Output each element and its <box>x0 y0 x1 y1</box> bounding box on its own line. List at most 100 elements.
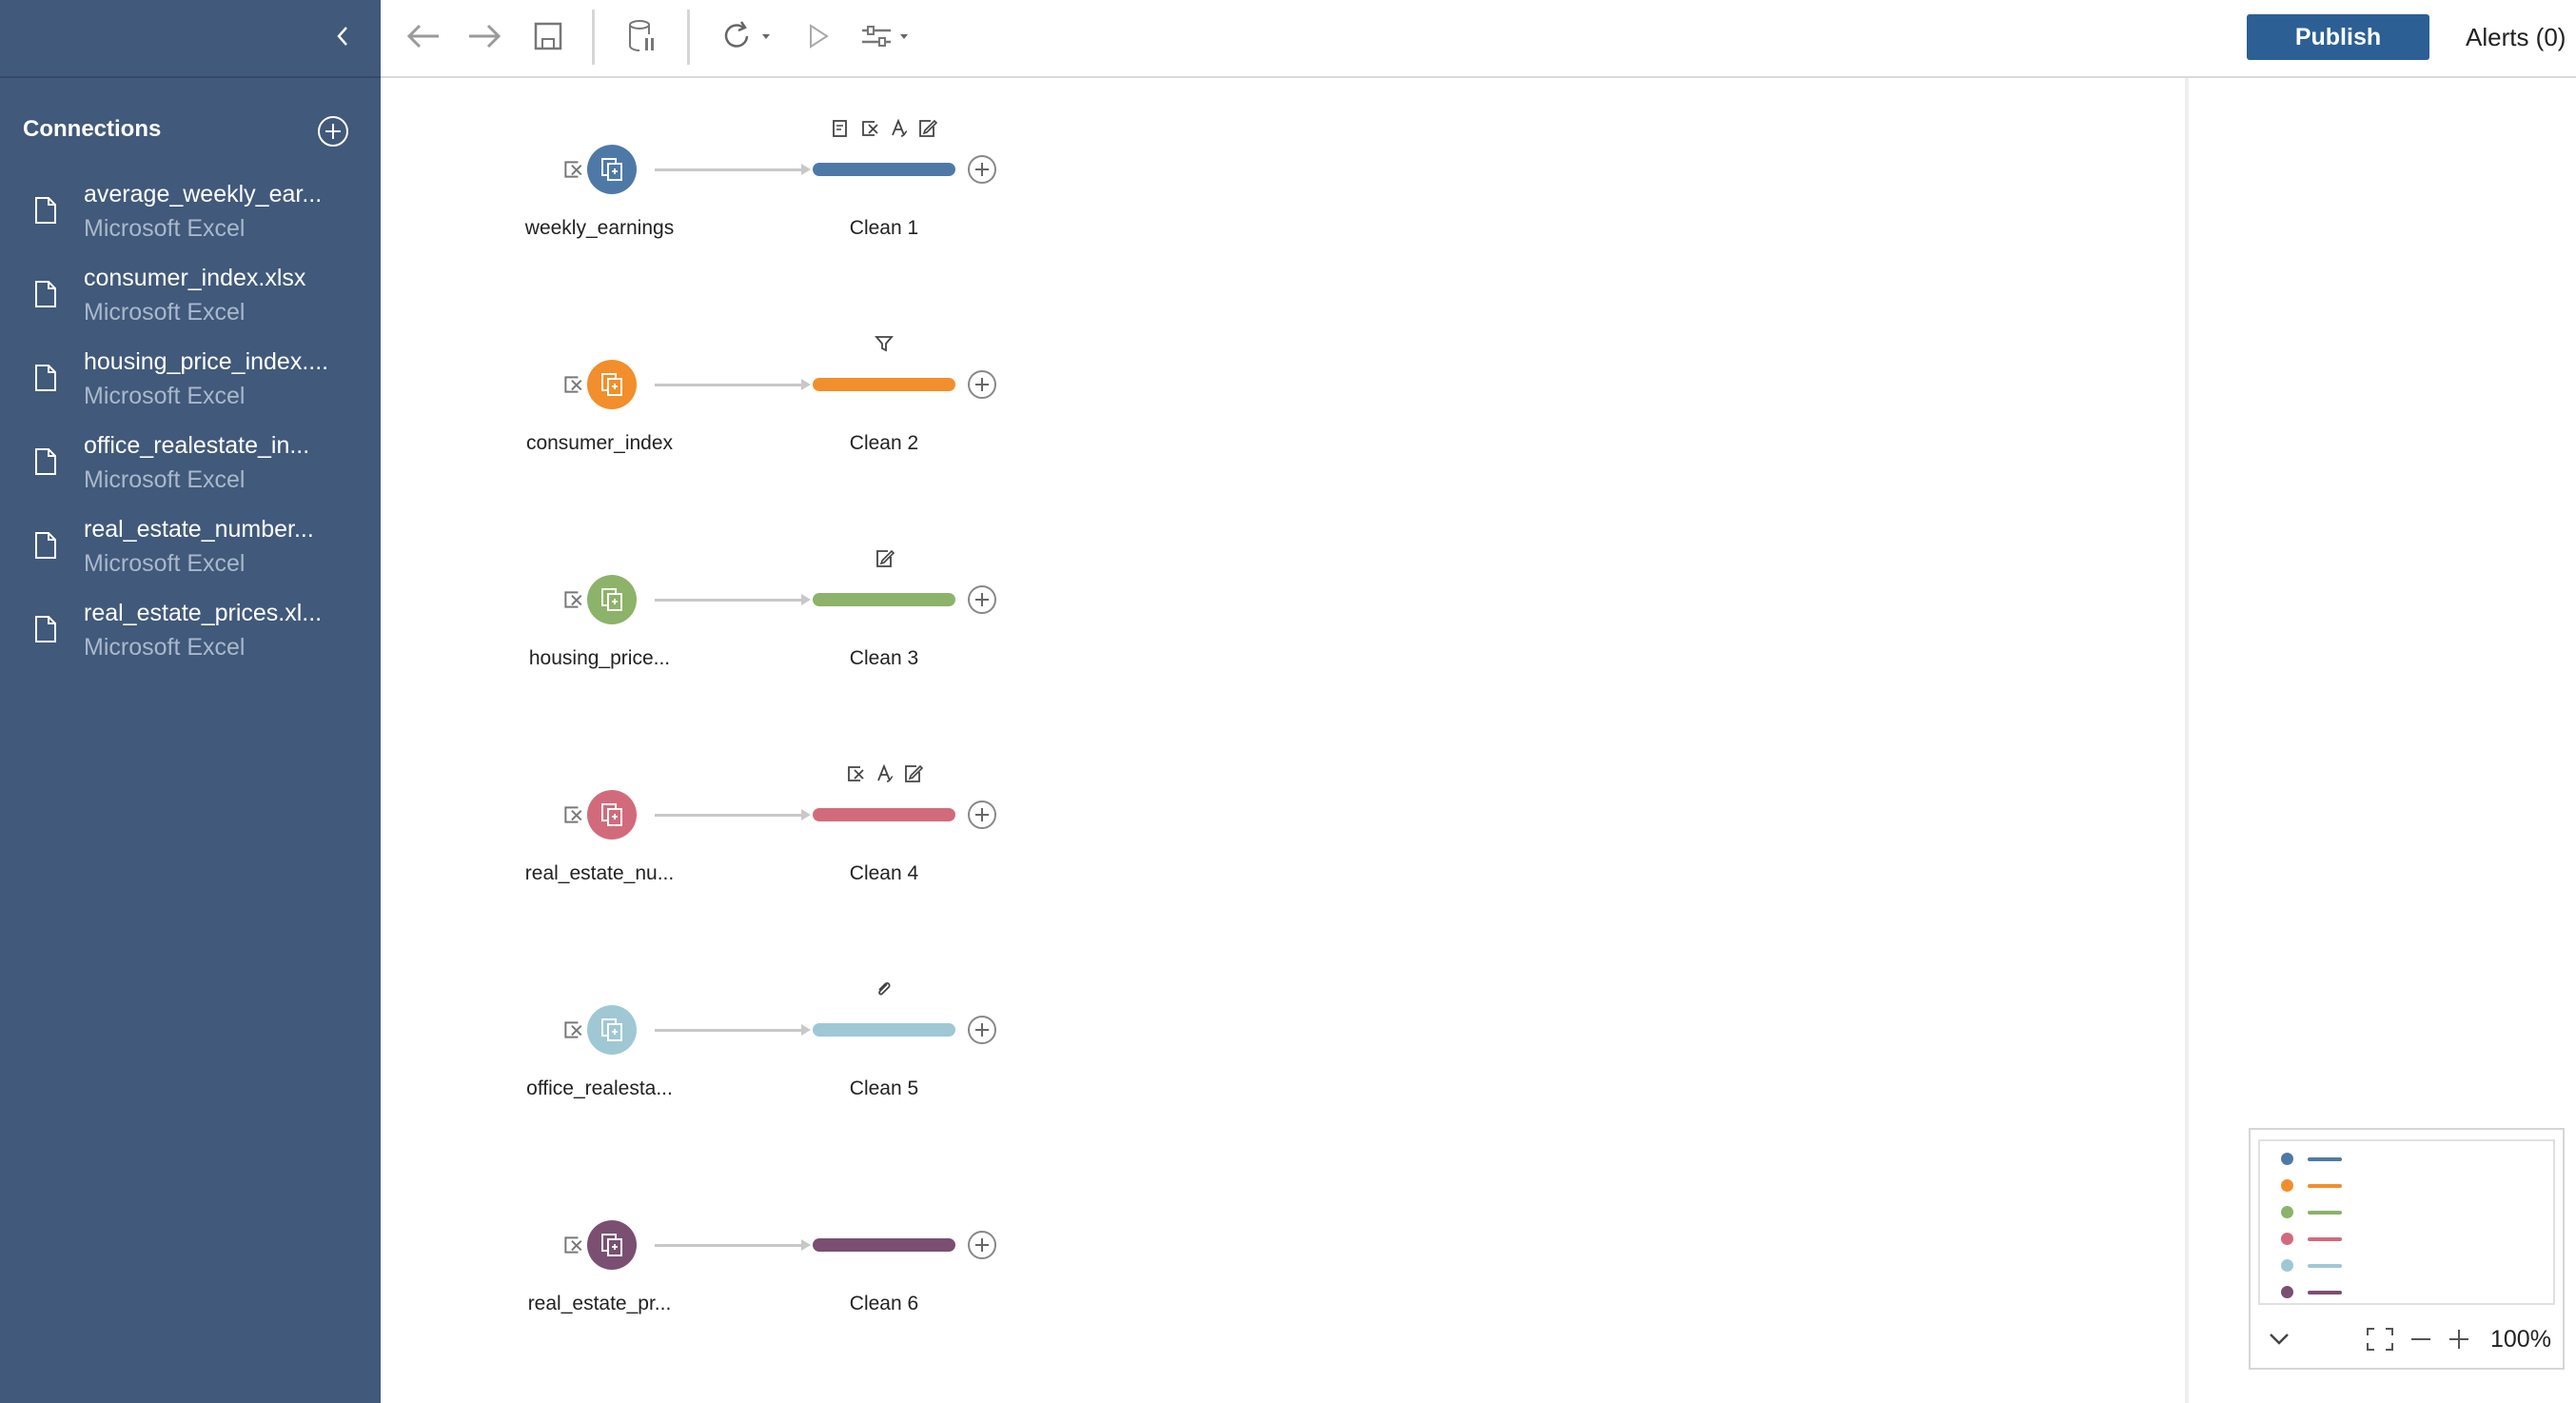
publish-button[interactable]: Publish <box>2247 14 2429 60</box>
add-step-button[interactable] <box>966 799 998 831</box>
data-sampling-button[interactable] <box>620 15 664 57</box>
file-icon <box>34 280 57 308</box>
connection-type: Microsoft Excel <box>84 383 246 409</box>
add-step-button[interactable] <box>966 1014 998 1046</box>
group-values-icon[interactable] <box>874 978 895 999</box>
file-icon <box>34 531 57 560</box>
remove-input-icon[interactable] <box>561 588 584 611</box>
flow-overview-map[interactable] <box>2258 1139 2555 1305</box>
remove-input-icon[interactable] <box>561 803 584 826</box>
overview-input-dot <box>2281 1179 2293 1192</box>
fit-to-screen-button[interactable] <box>2363 1322 2397 1356</box>
remove-field-icon[interactable] <box>859 118 880 139</box>
run-icon <box>810 24 829 49</box>
forward-arrow-icon <box>469 24 501 49</box>
flow-connector-line[interactable] <box>655 814 805 817</box>
chevron-down-icon <box>2270 1334 2289 1345</box>
undo-button[interactable] <box>402 15 445 57</box>
file-icon <box>34 364 57 392</box>
connection-item[interactable]: average_weekly_ear... Microsoft Excel <box>0 179 381 263</box>
remove-input-icon[interactable] <box>561 1018 584 1041</box>
input-step-label: housing_price... <box>528 647 671 669</box>
connection-item[interactable]: real_estate_number... Microsoft Excel <box>0 514 381 598</box>
fit-screen-icon <box>2367 1328 2393 1351</box>
add-connection-button[interactable] <box>314 112 352 150</box>
edit-value-icon[interactable] <box>916 118 937 139</box>
connection-name: office_realestate_in... <box>84 432 310 459</box>
overview-input-dot <box>2281 1259 2293 1272</box>
input-step-label: real_estate_pr... <box>527 1293 672 1314</box>
zoom-out-button[interactable] <box>2407 1322 2435 1356</box>
clean-step-node[interactable] <box>813 593 955 606</box>
input-step-node[interactable] <box>587 360 637 409</box>
flow-connector-line[interactable] <box>655 168 805 171</box>
canvas-scrollbar[interactable] <box>2185 78 2189 1403</box>
connection-item[interactable]: office_realestate_in... Microsoft Excel <box>0 430 381 514</box>
clean-step-changes <box>813 1194 955 1222</box>
remove-input-icon[interactable] <box>561 373 584 396</box>
overview-flow-row <box>2281 1255 2367 1275</box>
flow-connector-line[interactable] <box>655 1029 805 1032</box>
clean-step-label: Clean 3 <box>849 647 919 669</box>
split-icon[interactable] <box>874 763 895 784</box>
flow-row: real_estate_pr... Clean 6 <box>381 1178 1142 1321</box>
flow-connector-line[interactable] <box>655 384 805 386</box>
collapse-overview-button[interactable] <box>2264 1322 2294 1356</box>
input-step-node[interactable] <box>587 145 637 194</box>
connections-sidebar: Connections average_weekly_ear... Microso… <box>0 0 381 1403</box>
clean-step-changes <box>813 118 955 147</box>
connection-item[interactable]: housing_price_index.... Microsoft Excel <box>0 346 381 430</box>
collapse-sidebar-button[interactable] <box>324 17 362 55</box>
clean-step-node[interactable] <box>813 1023 955 1037</box>
connection-item[interactable]: consumer_index.xlsx Microsoft Excel <box>0 263 381 346</box>
data-sampling-icon <box>629 20 654 51</box>
add-step-button[interactable] <box>966 368 998 401</box>
overview-input-dot <box>2281 1286 2293 1298</box>
save-button[interactable] <box>527 15 569 57</box>
add-step-button[interactable] <box>966 1229 998 1261</box>
zoom-level: 100% <box>2490 1326 2551 1353</box>
remove-input-icon[interactable] <box>561 1234 584 1256</box>
sidebar-divider <box>0 76 381 78</box>
flow-connector-line[interactable] <box>655 1244 805 1247</box>
rename-icon[interactable] <box>831 118 852 139</box>
add-step-button[interactable] <box>966 153 998 186</box>
clean-step-label: Clean 2 <box>849 432 919 454</box>
clean-step-node[interactable] <box>813 1238 955 1252</box>
flow-connector-arrow-icon <box>801 1024 811 1036</box>
edit-value-icon[interactable] <box>874 548 895 569</box>
plus-circle-icon <box>968 800 996 829</box>
add-step-button[interactable] <box>966 583 998 616</box>
file-icon <box>34 615 57 643</box>
settings-button[interactable] <box>856 15 919 57</box>
save-icon <box>534 22 562 50</box>
edit-value-icon[interactable] <box>902 763 923 784</box>
refresh-button[interactable] <box>716 15 782 57</box>
input-step-node[interactable] <box>587 575 637 624</box>
file-icon <box>34 447 57 476</box>
clean-step-label: Clean 6 <box>849 1293 919 1314</box>
toolbar-separator <box>687 10 690 65</box>
input-step-node[interactable] <box>587 1005 637 1055</box>
clean-step-label: Clean 4 <box>849 862 919 884</box>
alerts-button[interactable]: Alerts (0) <box>2466 23 2566 52</box>
redo-button[interactable] <box>462 15 506 57</box>
flow-canvas[interactable]: weekly_earnings Clean 1 consumer_index Clea… <box>381 78 2576 1403</box>
run-button[interactable] <box>799 15 837 57</box>
overview-input-dot <box>2281 1206 2293 1218</box>
input-step-node[interactable] <box>587 1220 637 1270</box>
connection-item[interactable]: real_estate_prices.xl... Microsoft Excel <box>0 598 381 682</box>
remove-input-icon[interactable] <box>561 158 584 181</box>
zoom-in-button[interactable] <box>2445 1322 2473 1356</box>
flow-connector-line[interactable] <box>655 599 805 602</box>
plus-circle-icon <box>968 1016 996 1044</box>
clean-step-node[interactable] <box>813 808 955 821</box>
clean-step-node[interactable] <box>813 163 955 176</box>
overview-clean-line <box>2308 1237 2342 1241</box>
filter-icon[interactable] <box>874 333 895 354</box>
remove-field-icon[interactable] <box>845 763 866 784</box>
flow-connector-arrow-icon <box>801 379 811 390</box>
split-icon[interactable] <box>888 118 909 139</box>
input-step-node[interactable] <box>587 790 637 840</box>
clean-step-node[interactable] <box>813 378 955 391</box>
